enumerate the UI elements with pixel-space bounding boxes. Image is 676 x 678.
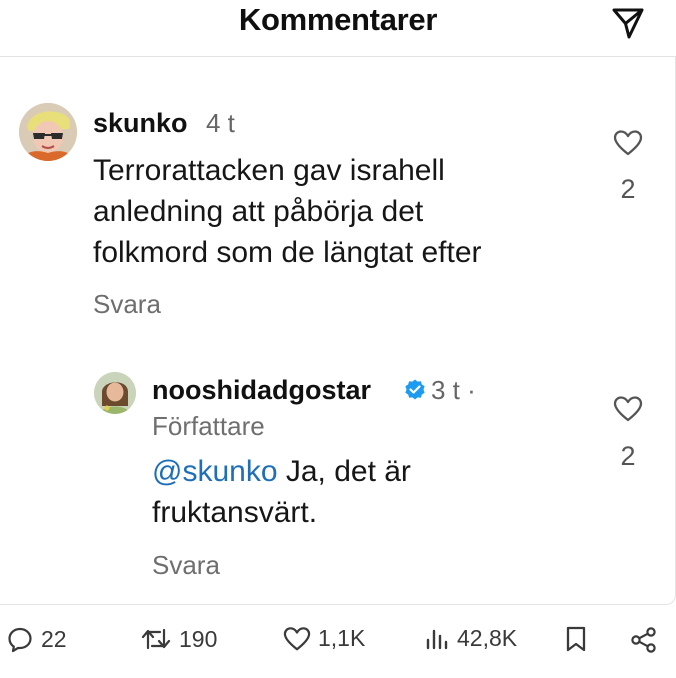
comment-text-line: anledning att påbörja det [93, 195, 424, 228]
heart-icon [283, 626, 311, 650]
verified-icon [405, 379, 425, 400]
views-action[interactable]: 42,8K [424, 625, 517, 652]
views-icon [426, 629, 448, 649]
heart-icon[interactable] [613, 395, 643, 423]
author-badge: Författare [152, 411, 265, 441]
share-action[interactable] [630, 626, 658, 654]
mention-link[interactable]: @skunko [152, 455, 278, 488]
like-action[interactable]: 1,1K [283, 625, 365, 652]
reply-text-content: Ja, det är [277, 455, 411, 488]
avatar[interactable] [94, 372, 136, 414]
like-count: 2 [620, 174, 636, 204]
send-icon[interactable] [610, 5, 646, 41]
retweet-count: 190 [179, 625, 218, 652]
like-count: 2 [620, 441, 636, 471]
action-bar: 22 190 1,1K 42,8K [0, 620, 676, 660]
reply-button[interactable]: Svara [93, 289, 161, 320]
retweet-action[interactable]: 190 [140, 625, 217, 653]
bookmark-icon [566, 626, 586, 652]
share-icon [631, 627, 656, 653]
reply-button[interactable]: Svara [152, 550, 220, 581]
avatar[interactable] [19, 103, 77, 161]
reply-username[interactable]: nooshidadgostar [152, 375, 371, 406]
header: Kommentarer [0, 0, 676, 46]
reply-text-line: @skunko Ja, det är [152, 451, 572, 492]
reply-action[interactable]: 22 [6, 625, 67, 653]
bookmark-action[interactable] [565, 626, 587, 652]
comment-text-line: Terrorattacken gav israhell [93, 154, 445, 187]
comment-time: 4 t [206, 108, 235, 138]
reply-icon [8, 627, 32, 653]
reply-text-line: fruktansvärt. [152, 496, 318, 529]
page-title: Kommentarer [238, 2, 438, 37]
heart-icon[interactable] [613, 129, 643, 157]
reply-text: @skunko Ja, det är fruktansvärt. [152, 451, 572, 533]
comment-text-line: folkmord som de längtat efter [93, 236, 482, 269]
reply-time: 3 t · [431, 375, 476, 405]
reply-count: 22 [41, 625, 67, 652]
comment-username[interactable]: skunko [93, 108, 188, 139]
like-count: 1,1K [318, 625, 366, 651]
retweet-icon [141, 628, 171, 650]
comment-text: Terrorattacken gav israhell anledning at… [93, 150, 593, 273]
views-count: 42,8K [457, 625, 518, 651]
